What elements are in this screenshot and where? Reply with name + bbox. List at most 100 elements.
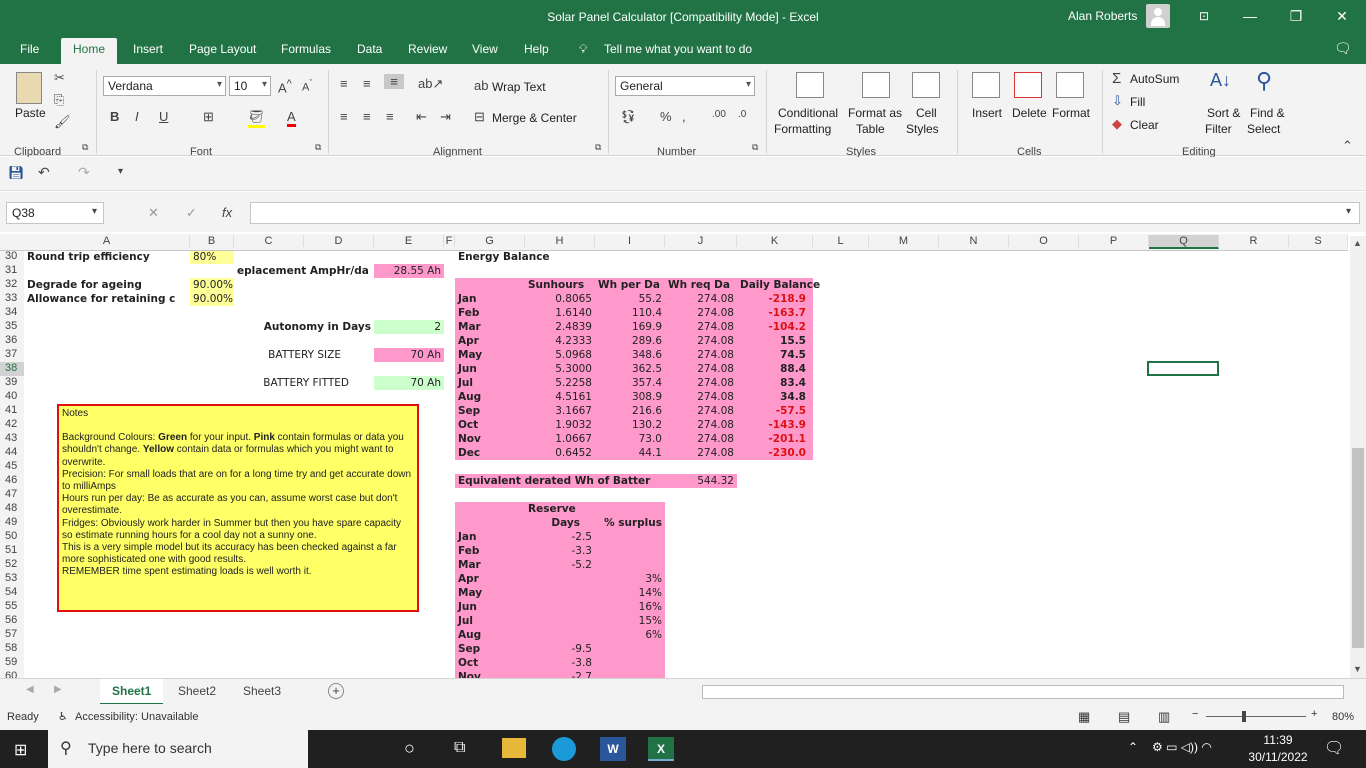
tab-data[interactable]: Data	[357, 42, 382, 56]
decrease-indent-icon[interactable]: ⇤	[416, 109, 427, 125]
wh-req-day-value[interactable]: 274.08	[665, 376, 737, 390]
save-icon[interactable]: 💾︎	[8, 165, 25, 181]
align-bottom-icon[interactable]: ≡	[384, 74, 404, 89]
row-header-37[interactable]: 37	[0, 348, 24, 362]
wrap-text-button[interactable]: Wrap Text	[492, 80, 546, 94]
conditional-formatting-button[interactable]: Conditional	[778, 106, 838, 120]
fill-button[interactable]: Fill	[1130, 95, 1145, 109]
align-right-icon[interactable]: ≡	[386, 109, 394, 124]
row-header-58[interactable]: 58	[0, 642, 24, 656]
column-header-i[interactable]: I	[595, 235, 665, 247]
format-cells-button[interactable]: Format	[1052, 106, 1090, 120]
header-daily-balance[interactable]: Daily Balance	[737, 278, 837, 292]
zoom-in-icon[interactable]: +	[1311, 708, 1317, 720]
increase-decimal-icon[interactable]: .00	[712, 109, 726, 120]
decrease-font-icon[interactable]: Aˇ	[302, 78, 312, 94]
row-header-49[interactable]: 49	[0, 516, 24, 530]
month-label[interactable]: Dec	[455, 446, 525, 460]
tab-file[interactable]: File	[20, 42, 39, 56]
row-header-31[interactable]: 31	[0, 264, 24, 278]
paste-button[interactable]: Paste	[15, 106, 46, 120]
insert-function-icon[interactable]: fx	[222, 205, 232, 220]
header-surplus[interactable]: % surplus	[595, 516, 665, 530]
row-header-47[interactable]: 47	[0, 488, 24, 502]
wh-per-day-value[interactable]: 357.4	[595, 376, 665, 390]
scroll-down-icon[interactable]: ▼	[1353, 664, 1362, 674]
decrease-decimal-icon[interactable]: .0	[738, 109, 746, 120]
reserve-month-label[interactable]: Jun	[455, 600, 525, 614]
cell-a30[interactable]: Round trip efficiency	[24, 250, 190, 264]
delete-cells-icon[interactable]	[1014, 72, 1042, 98]
row-header-48[interactable]: 48	[0, 502, 24, 516]
column-header-p[interactable]: P	[1079, 235, 1149, 247]
number-launcher-icon[interactable]: ⧉	[752, 142, 758, 153]
increase-indent-icon[interactable]: ⇥	[440, 109, 451, 125]
clock-time[interactable]: 11:39	[1248, 733, 1308, 747]
clock-date[interactable]: 30/11/2022	[1248, 750, 1308, 764]
wh-req-day-value[interactable]: 274.08	[665, 432, 737, 446]
reserve-days-value[interactable]: -3.8	[525, 656, 595, 670]
word-icon[interactable]: W	[600, 737, 626, 761]
row-header-34[interactable]: 34	[0, 306, 24, 320]
format-as-table-icon[interactable]	[862, 72, 890, 98]
font-size-combo[interactable]: 10	[229, 76, 271, 96]
wh-req-day-value[interactable]: 274.08	[665, 334, 737, 348]
reserve-days-value[interactable]: -5.2	[525, 558, 595, 572]
column-header-q[interactable]: Q	[1149, 235, 1219, 249]
cell-e35[interactable]: 2	[374, 320, 444, 334]
cell-c31[interactable]: eplacement AmpHr/da	[234, 264, 374, 278]
number-format-combo[interactable]: General	[615, 76, 755, 96]
sunhours-value[interactable]: 5.3000	[525, 362, 595, 376]
orientation-icon[interactable]: ab↗	[418, 76, 443, 92]
wh-per-day-value[interactable]: 110.4	[595, 306, 665, 320]
wh-req-day-value[interactable]: 274.08	[665, 306, 737, 320]
expand-formula-icon[interactable]: ▾	[1346, 206, 1351, 217]
search-highlight-image[interactable]	[318, 734, 398, 764]
row-header-42[interactable]: 42	[0, 418, 24, 432]
merge-center-button[interactable]: Merge & Center	[492, 111, 577, 125]
currency-icon[interactable]: 💱︎	[620, 109, 637, 125]
accessibility-status[interactable]: Accessibility: Unavailable	[75, 711, 199, 723]
wh-per-day-value[interactable]: 73.0	[595, 432, 665, 446]
reserve-month-label[interactable]: Mar	[455, 558, 525, 572]
comments-icon[interactable]: 🗨︎	[1334, 40, 1352, 57]
column-header-s[interactable]: S	[1289, 235, 1348, 247]
restore-icon[interactable]: ❐	[1282, 6, 1310, 26]
reserve-month-label[interactable]: Feb	[455, 544, 525, 558]
month-label[interactable]: Aug	[455, 390, 525, 404]
tab-formulas[interactable]: Formulas	[281, 42, 331, 56]
row-header-59[interactable]: 59	[0, 656, 24, 670]
header-days[interactable]: Days	[525, 516, 583, 530]
surplus-value[interactable]: 3%	[595, 572, 665, 586]
find-select-button[interactable]: Find &	[1250, 106, 1285, 120]
align-left-icon[interactable]: ≡	[340, 109, 348, 124]
row-header-41[interactable]: 41	[0, 404, 24, 418]
sunhours-value[interactable]: 5.2258	[525, 376, 595, 390]
find-select-icon[interactable]: ⚲	[1256, 68, 1272, 94]
sheet-tab-1[interactable]: Sheet1	[100, 679, 164, 705]
reserve-days-value[interactable]: -9.5	[525, 642, 595, 656]
reserve-days-value[interactable]: -2.7	[525, 670, 595, 678]
column-header-e[interactable]: E	[374, 235, 444, 247]
insert-cells-button[interactable]: Insert	[972, 106, 1002, 120]
cell-b30[interactable]: 80%	[190, 250, 234, 264]
bold-icon[interactable]: B	[110, 109, 119, 124]
row-header-46[interactable]: 46	[0, 474, 24, 488]
wh-per-day-value[interactable]: 348.6	[595, 348, 665, 362]
clear-button[interactable]: Clear	[1130, 118, 1159, 132]
cell-styles-icon[interactable]	[912, 72, 940, 98]
cell-d35[interactable]: Autonomy in Days	[234, 320, 374, 334]
notes-textbox[interactable]: Notes Background Colours: Green for your…	[57, 404, 419, 612]
sunhours-value[interactable]: 5.0968	[525, 348, 595, 362]
reserve-month-label[interactable]: Jul	[455, 614, 525, 628]
row-header-56[interactable]: 56	[0, 614, 24, 628]
name-box[interactable]: Q38	[6, 202, 104, 224]
daily-balance-value[interactable]: -201.1	[737, 432, 809, 446]
page-layout-view-icon[interactable]: ▤	[1118, 709, 1130, 725]
redo-icon[interactable]: ↷	[78, 164, 90, 181]
row-header-57[interactable]: 57	[0, 628, 24, 642]
wh-req-day-value[interactable]: 274.08	[665, 320, 737, 334]
sunhours-value[interactable]: 4.5161	[525, 390, 595, 404]
paste-icon[interactable]	[16, 72, 42, 104]
daily-balance-value[interactable]: -143.9	[737, 418, 809, 432]
